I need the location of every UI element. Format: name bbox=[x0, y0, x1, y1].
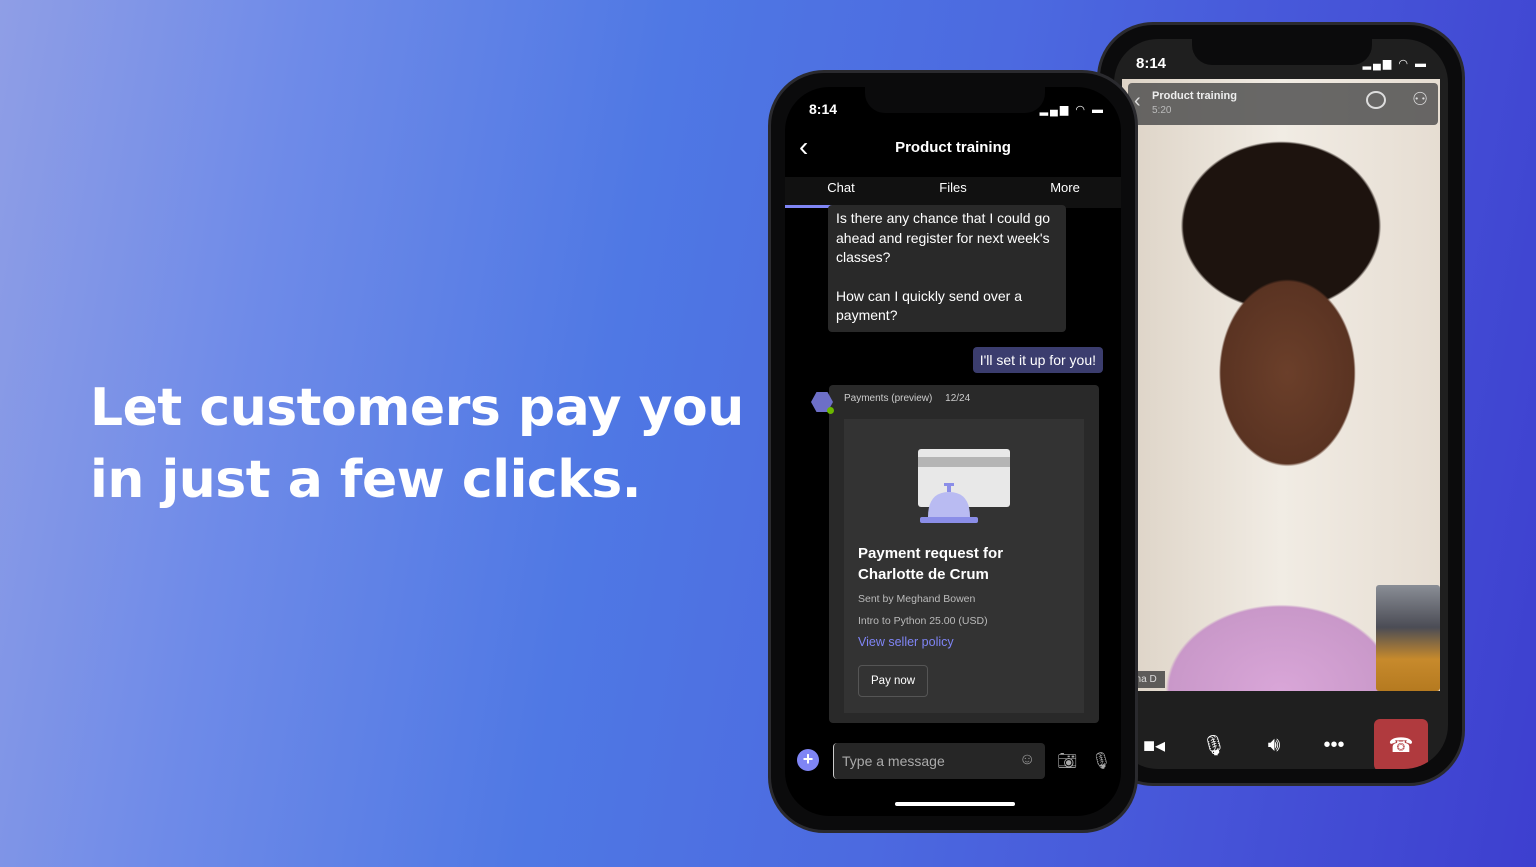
message-meta: Payments (preview) 12/24 bbox=[844, 393, 970, 404]
outgoing-message: I'll set it up for you! bbox=[972, 347, 1103, 373]
hangup-button[interactable]: ☎︎ bbox=[1374, 719, 1428, 769]
message-input[interactable] bbox=[833, 743, 1045, 779]
online-status-dot bbox=[827, 407, 834, 414]
video-icon[interactable]: ■◂ bbox=[1134, 733, 1174, 758]
signal-wifi-battery-icon: ▂▄▆ ◠ ▬ bbox=[1362, 58, 1428, 70]
call-screen: ena D ‹ Product training 5:20 ⚇ 8:14 ▂▄▆… bbox=[1114, 39, 1448, 769]
message-paragraph: How can I quickly send over a payment? bbox=[836, 287, 1022, 324]
chat-phone: 8:14 ▂▄▆ ◠ ▬ ‹ Product training Chat Fil… bbox=[768, 70, 1138, 833]
home-indicator bbox=[895, 802, 1015, 806]
chat-title: Product training bbox=[895, 139, 1011, 156]
message-date: 12/24 bbox=[945, 393, 971, 404]
headline-line-1: Let customers pay you bbox=[90, 378, 744, 438]
camera-icon[interactable]: 📷︎ bbox=[1057, 751, 1077, 771]
chat-icon[interactable] bbox=[1366, 91, 1386, 109]
hangup-icon: ☎︎ bbox=[1388, 734, 1414, 757]
seller-policy-link[interactable]: View seller policy bbox=[858, 635, 954, 649]
payment-card: Payment request for Charlotte de Crum Se… bbox=[844, 419, 1084, 713]
sent-by: Sent by Meghand Bowen bbox=[858, 593, 976, 605]
headline-line-2: in just a few clicks. bbox=[90, 450, 642, 510]
sender-name: Payments (preview) bbox=[844, 393, 933, 404]
compose-bar: + ☺ 📷︎ 🎙︎ bbox=[785, 739, 1121, 779]
self-video-thumbnail[interactable] bbox=[1376, 585, 1440, 691]
mic-icon[interactable]: 🎙︎ bbox=[1194, 733, 1234, 758]
add-icon[interactable]: + bbox=[797, 749, 819, 771]
chat-tabs: Chat Files More bbox=[785, 177, 1121, 208]
call-header: ‹ Product training 5:20 ⚇ bbox=[1128, 83, 1438, 125]
service-bell-icon bbox=[920, 483, 978, 523]
tab-files[interactable]: Files bbox=[897, 177, 1009, 208]
status-time: 8:14 bbox=[1136, 55, 1167, 72]
speaker-icon[interactable]: 🔊︎ bbox=[1254, 734, 1294, 757]
signal-wifi-battery-icon: ▂▄▆ ◠ ▬ bbox=[1039, 104, 1105, 116]
tab-chat[interactable]: Chat bbox=[785, 177, 897, 208]
headline: Let customers pay you in just a few clic… bbox=[90, 372, 744, 516]
call-controls: ■◂ 🎙︎ 🔊︎ ••• ☎︎ bbox=[1114, 719, 1448, 769]
payment-item: Intro to Python 25.00 (USD) bbox=[858, 615, 988, 627]
notch bbox=[1192, 25, 1372, 65]
notch bbox=[865, 73, 1045, 113]
people-icon[interactable]: ⚇ bbox=[1412, 89, 1428, 110]
pay-now-button[interactable]: Pay now bbox=[858, 665, 929, 697]
call-phone: ena D ‹ Product training 5:20 ⚇ 8:14 ▂▄▆… bbox=[1097, 22, 1465, 786]
mic-icon[interactable]: 🎙︎ bbox=[1091, 751, 1111, 771]
status-time: 8:14 bbox=[809, 101, 838, 117]
incoming-message: Is there any chance that I could go ahea… bbox=[828, 205, 1066, 332]
chat-screen: 8:14 ▂▄▆ ◠ ▬ ‹ Product training Chat Fil… bbox=[785, 87, 1121, 816]
tab-more[interactable]: More bbox=[1009, 177, 1121, 208]
message-paragraph: Is there any chance that I could go ahea… bbox=[836, 210, 1051, 265]
payment-title: Payment request for Charlotte de Crum bbox=[858, 545, 1004, 583]
payment-message: Payments (preview) 12/24 Payment request… bbox=[829, 385, 1099, 723]
more-icon[interactable]: ••• bbox=[1314, 734, 1354, 757]
emoji-icon[interactable]: ☺ bbox=[1019, 751, 1035, 769]
call-duration: 5:20 bbox=[1152, 105, 1172, 116]
meeting-title: Product training bbox=[1152, 90, 1237, 102]
